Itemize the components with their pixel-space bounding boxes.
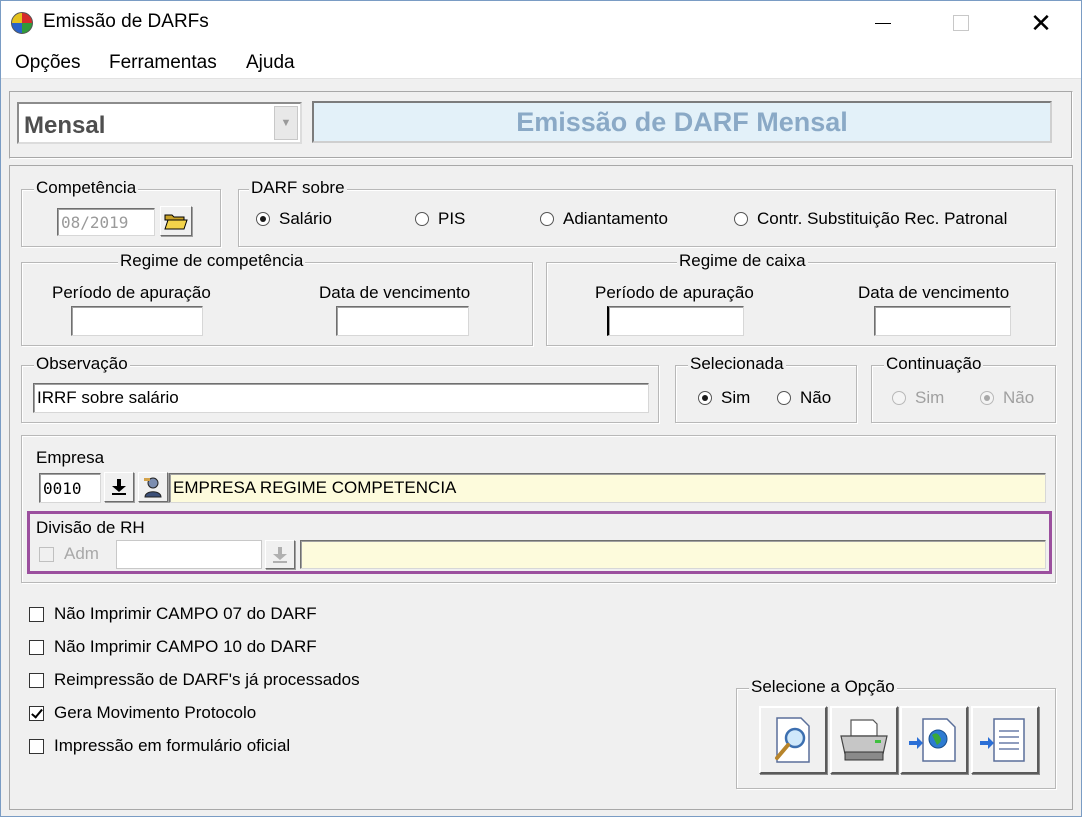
continuacao-label: Continuação — [884, 354, 984, 374]
preview-icon — [775, 717, 810, 763]
caixa-periodo-input[interactable] — [607, 306, 744, 336]
opt-reimpressao[interactable]: Reimpressão de DARF's já processados — [29, 670, 360, 690]
continuacao-sim-radio: Sim — [892, 388, 944, 408]
empresa-lookup-button[interactable] — [104, 472, 134, 502]
minimize-button[interactable] — [853, 1, 913, 45]
caixa-periodo-label: Período de apuração — [595, 283, 754, 302]
open-folder-button[interactable] — [160, 206, 192, 236]
menu-ajuda[interactable]: Ajuda — [246, 52, 295, 74]
period-type-value: Mensal — [24, 112, 106, 139]
print-button[interactable] — [830, 706, 898, 774]
opt-impressao-formulario-oficial[interactable]: Impressão em formulário oficial — [29, 736, 290, 756]
competencia-group: Competência 08/2019 — [21, 178, 221, 247]
darf-window: Emissão de DARFs ✕ Opções Ferramentas Aj… — [0, 0, 1082, 817]
selecionada-nao-radio[interactable]: Não — [777, 388, 831, 408]
darf-sobre-group: DARF sobre Salário PIS Adiantamento Cont… — [238, 178, 1056, 247]
export-web-button[interactable] — [900, 706, 968, 774]
opt-nao-imprimir-campo07[interactable]: Não Imprimir CAMPO 07 do DARF — [29, 604, 317, 624]
competencia-periodo-input[interactable] — [71, 306, 203, 336]
radio-adiantamento[interactable]: Adiantamento — [540, 209, 668, 229]
empresa-label: Empresa — [36, 448, 105, 467]
competencia-input[interactable]: 08/2019 — [57, 208, 155, 236]
observacao-input[interactable]: IRRF sobre salário — [33, 383, 649, 413]
periodo-apuracao-label: Período de apuração — [52, 283, 211, 302]
caixa-vencimento-label: Data de vencimento — [858, 283, 1010, 302]
empresa-code-input[interactable]: 0010 — [39, 473, 101, 503]
export-file-button[interactable] — [971, 706, 1039, 774]
selecionada-label: Selecionada — [688, 354, 786, 374]
radio-pis[interactable]: PIS — [415, 209, 465, 229]
export-file-icon — [980, 718, 1025, 762]
export-web-icon — [909, 718, 956, 762]
opt-gera-movimento-protocolo[interactable]: Gera Movimento Protocolo — [29, 703, 256, 723]
maximize-button[interactable] — [931, 1, 991, 45]
radio-contr-substituicao[interactable]: Contr. Substituição Rec. Patronal — [734, 209, 1007, 229]
divisao-highlight — [27, 511, 1052, 574]
minimize-icon — [875, 22, 891, 24]
folder-open-icon — [164, 214, 188, 230]
header-panel: Mensal ▼ Emissão de DARF Mensal — [9, 91, 1073, 159]
darf-sobre-label: DARF sobre — [249, 178, 347, 198]
period-type-select[interactable]: Mensal ▼ — [17, 102, 302, 144]
observacao-label: Observação — [34, 354, 130, 374]
continuacao-nao-radio: Não — [980, 388, 1034, 408]
download-arrow-icon — [112, 479, 126, 495]
chevron-down-icon[interactable]: ▼ — [274, 106, 298, 140]
radio-salario[interactable]: Salário — [256, 209, 332, 229]
main-panel: Competência 08/2019 DARF sobre Salário P… — [9, 165, 1073, 810]
competencia-vencimento-input[interactable] — [336, 306, 469, 336]
menu-ferramentas[interactable]: Ferramentas — [109, 52, 217, 74]
selecionada-sim-radio[interactable]: Sim — [698, 388, 750, 408]
empresa-name-field: EMPRESA REGIME COMPETENCIA — [169, 473, 1046, 503]
page-title: Emissão de DARF Mensal — [312, 101, 1052, 143]
continuacao-group: Continuação Sim Não — [871, 354, 1056, 423]
regime-caixa-label: Regime de caixa — [677, 251, 808, 271]
opt-nao-imprimir-campo10[interactable]: Não Imprimir CAMPO 10 do DARF — [29, 637, 317, 657]
regime-competencia-group: Regime de competência Período de apuraçã… — [21, 251, 533, 346]
menu-bar: Opções Ferramentas Ajuda — [1, 45, 1081, 79]
selecionada-group: Selecionada Sim Não — [675, 354, 857, 423]
caixa-vencimento-input[interactable] — [874, 306, 1011, 336]
title-bar: Emissão de DARFs ✕ — [1, 1, 1081, 45]
maximize-icon — [953, 15, 969, 31]
close-button[interactable]: ✕ — [1011, 1, 1071, 45]
close-icon: ✕ — [1030, 8, 1052, 38]
selecione-opcao-label: Selecione a Opção — [749, 677, 897, 697]
person-search-icon — [144, 477, 162, 498]
preview-button[interactable] — [759, 706, 827, 774]
printer-icon — [840, 719, 888, 761]
observacao-group: Observação IRRF sobre salário — [21, 354, 659, 423]
competencia-label: Competência — [34, 178, 139, 198]
data-vencimento-label: Data de vencimento — [319, 283, 471, 302]
regime-caixa-group: Regime de caixa Período de apuração Data… — [546, 251, 1056, 346]
window-title: Emissão de DARFs — [43, 11, 209, 32]
menu-opcoes[interactable]: Opções — [15, 52, 80, 74]
regime-competencia-label: Regime de competência — [118, 251, 306, 271]
app-icon — [11, 12, 33, 34]
empresa-search-button[interactable] — [138, 472, 168, 502]
